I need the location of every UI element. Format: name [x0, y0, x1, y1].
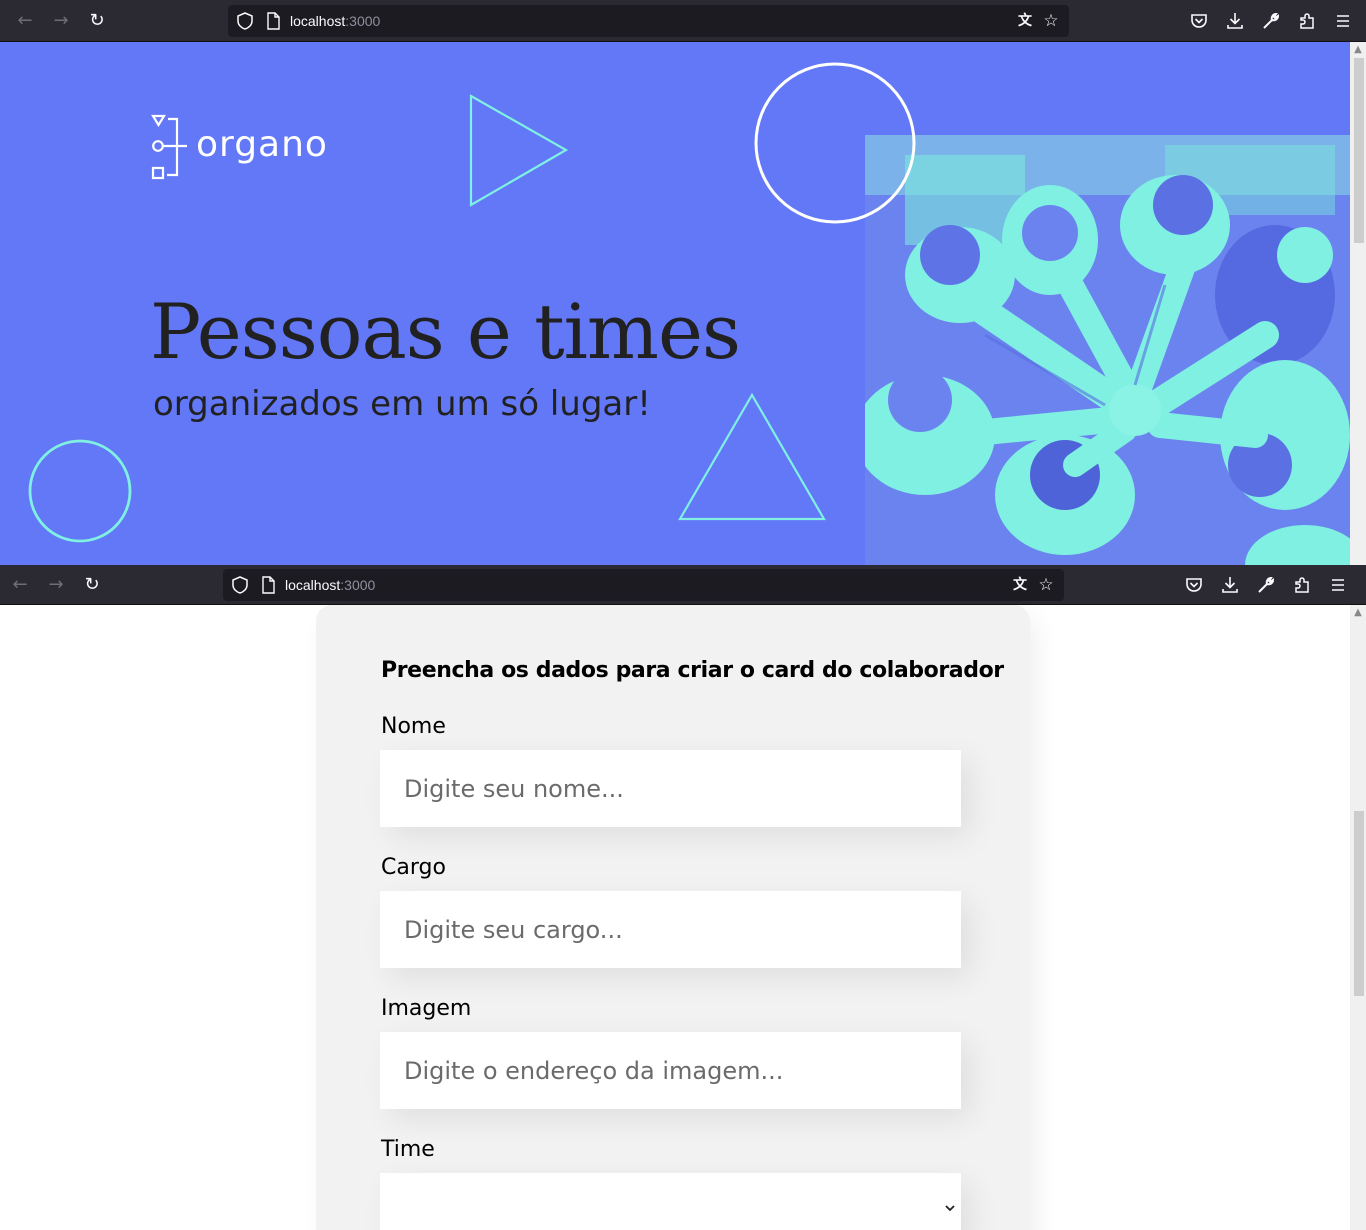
- team-select[interactable]: [380, 1173, 961, 1230]
- hero-title: Pessoas e times: [150, 287, 741, 376]
- puzzle-icon[interactable]: [1296, 10, 1318, 32]
- hamburger-menu-icon[interactable]: [1327, 574, 1349, 596]
- triangle-decoration: [678, 392, 826, 521]
- team-label: Time: [381, 1137, 435, 1162]
- download-icon[interactable]: [1219, 574, 1241, 596]
- form-title: Preencha os dados para criar o card do c…: [381, 658, 1004, 683]
- scrollbar-thumb[interactable]: [1354, 811, 1364, 996]
- shield-icon[interactable]: [236, 12, 254, 30]
- scroll-up-arrow-icon[interactable]: ▲: [1353, 608, 1363, 618]
- url-text: localhost:3000: [290, 13, 380, 29]
- team-hands-image: [865, 135, 1350, 565]
- team-photo: [865, 135, 1350, 565]
- forward-arrow-icon[interactable]: →: [45, 574, 67, 596]
- url-bar[interactable]: localhost:3000 文 ☆: [223, 569, 1064, 601]
- translate-icon[interactable]: 文: [1010, 575, 1030, 595]
- triangle-play-icon: [469, 94, 569, 207]
- hero-banner: organo Pessoas e times organizados em um…: [0, 42, 1350, 565]
- circle-outline-decoration: [754, 62, 916, 224]
- name-label: Nome: [381, 714, 446, 739]
- pocket-icon[interactable]: [1183, 574, 1205, 596]
- browser-toolbar-top: ← → ↻ localhost:3000 文 ☆: [0, 0, 1366, 42]
- reload-icon[interactable]: ↻: [81, 574, 103, 596]
- star-icon[interactable]: ☆: [1036, 575, 1056, 595]
- top-page-scrollbar[interactable]: ▲: [1350, 42, 1366, 565]
- role-label: Cargo: [381, 855, 446, 880]
- back-arrow-icon[interactable]: ←: [14, 10, 36, 32]
- download-icon[interactable]: [1224, 10, 1246, 32]
- puzzle-icon[interactable]: [1291, 574, 1313, 596]
- wrench-icon[interactable]: [1260, 10, 1282, 32]
- circle-decoration: [28, 439, 132, 543]
- url-port: :3000: [345, 13, 381, 29]
- browser-toolbar-bottom: ← → ↻ localhost:3000 文 ☆: [0, 565, 1366, 605]
- star-icon[interactable]: ☆: [1041, 11, 1061, 31]
- translate-icon[interactable]: 文: [1015, 11, 1035, 31]
- scrollbar-thumb[interactable]: [1354, 58, 1364, 243]
- image-url-input[interactable]: [380, 1032, 961, 1109]
- back-arrow-icon[interactable]: ←: [9, 574, 31, 596]
- bottom-page-scrollbar[interactable]: ▲: [1350, 605, 1366, 1230]
- forward-arrow-icon[interactable]: →: [50, 10, 72, 32]
- scroll-up-arrow-icon[interactable]: ▲: [1353, 45, 1363, 55]
- url-bar[interactable]: localhost:3000 文 ☆: [228, 5, 1069, 37]
- name-input[interactable]: [380, 750, 961, 827]
- url-text: localhost:3000: [285, 577, 375, 593]
- shield-icon[interactable]: [231, 576, 249, 594]
- page-icon: [262, 576, 275, 594]
- pocket-icon[interactable]: [1188, 10, 1210, 32]
- url-host: localhost: [290, 13, 346, 29]
- image-label: Imagem: [381, 996, 472, 1021]
- url-host: localhost: [285, 577, 341, 593]
- page-icon: [267, 12, 280, 30]
- chevron-down-icon[interactable]: [943, 1201, 957, 1215]
- hero-subtitle: organizados em um só lugar!: [153, 384, 651, 424]
- reload-icon[interactable]: ↻: [86, 10, 108, 32]
- wrench-icon[interactable]: [1255, 574, 1277, 596]
- role-input[interactable]: [380, 891, 961, 968]
- url-port: :3000: [340, 577, 376, 593]
- hamburger-menu-icon[interactable]: [1332, 10, 1354, 32]
